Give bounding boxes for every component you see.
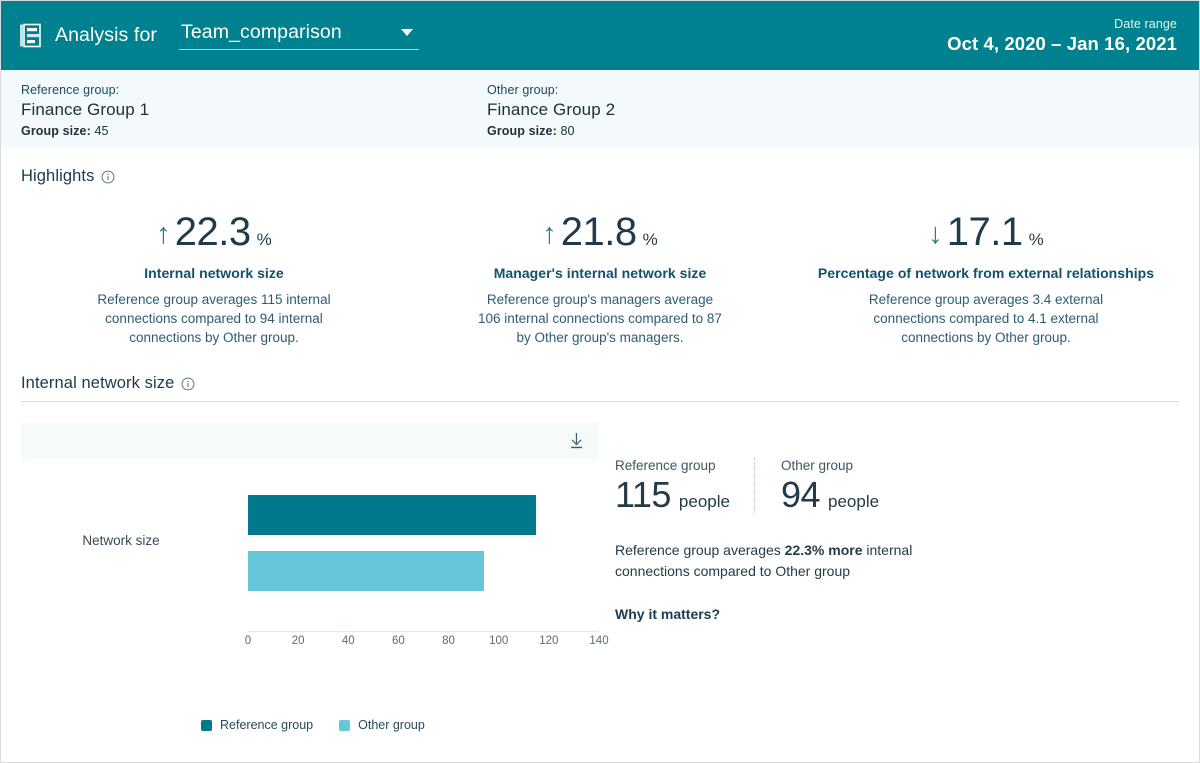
date-range: Date range Oct 4, 2020 – Jan 16, 2021 <box>947 17 1179 55</box>
highlight-description: Reference group's managers average 106 i… <box>478 292 722 346</box>
highlight-description: Reference group averages 115 internal co… <box>97 292 331 346</box>
stat-description: Reference group averages 22.3% more inte… <box>615 540 935 582</box>
highlight-name: Percentage of network from external rela… <box>817 265 1155 281</box>
reference-group-label: Reference group: <box>21 83 120 97</box>
bar-reference-group[interactable] <box>248 495 537 536</box>
highlights-title: Highlights <box>21 167 95 185</box>
app-header: Analysis for Team_comparison Date range … <box>1 1 1199 70</box>
other-group-block: Other group: Finance Group 2 Group size:… <box>487 83 953 147</box>
info-icon[interactable] <box>181 376 195 391</box>
highlight-card-internal-network-size: ↑ 22.3 % Internal network size Reference… <box>21 212 407 347</box>
stat-unit-reference: people <box>678 492 730 512</box>
page-title: Analysis for <box>55 24 157 46</box>
arrow-down-icon: ↓ <box>928 218 943 250</box>
report-icon <box>19 23 43 49</box>
reference-group-size-label: Group size: <box>21 124 91 138</box>
stat-number-other: 94 <box>780 474 821 516</box>
stat-description-highlight: 22.3% more <box>784 542 863 559</box>
chevron-down-icon <box>401 28 413 36</box>
reference-group-block: Reference group: Finance Group 1 Group s… <box>21 83 487 147</box>
arrow-up-icon: ↑ <box>542 218 557 250</box>
arrow-up-icon: ↑ <box>156 218 171 250</box>
reference-group-size-value: 45 <box>94 124 109 138</box>
other-group-size-label: Group size: <box>487 124 557 138</box>
report-selector-value: Team_comparison <box>181 21 342 43</box>
analysis-page: Analysis for Team_comparison Date range … <box>0 0 1200 763</box>
chart-toolbar <box>21 423 599 460</box>
bar-row-other <box>248 551 599 592</box>
highlight-unit: % <box>256 230 272 249</box>
highlights-cards: ↑ 22.3 % Internal network size Reference… <box>1 212 1199 347</box>
legend-item-other-group[interactable]: Other group <box>339 718 425 732</box>
x-axis-tick-label: 100 <box>489 635 509 648</box>
legend-item-reference-group[interactable]: Reference group <box>201 718 313 732</box>
x-axis-tick-label: 40 <box>341 635 355 648</box>
internal-network-size-body: Network size 0 20 40 60 80 100 120 140 R… <box>1 402 1199 732</box>
legend-label-other: Other group <box>358 718 425 733</box>
bar-chart: Network size 0 20 40 60 80 100 120 140 <box>21 483 609 698</box>
highlight-unit: % <box>642 230 658 249</box>
stat-value-row-other: 94 people <box>781 476 879 514</box>
header-left-group: Analysis for Team_comparison <box>19 21 419 50</box>
chart-column: Network size 0 20 40 60 80 100 120 140 R… <box>21 402 609 732</box>
chart-x-axis-ticks: 0 20 40 60 80 100 120 140 <box>244 635 609 653</box>
stat-label-other: Other group <box>780 458 854 474</box>
highlight-metric: ↓ 17.1 % <box>801 212 1171 252</box>
x-axis-tick-label: 140 <box>589 635 609 648</box>
stats-column: Reference group 115 people Other group 9… <box>599 402 1179 732</box>
highlight-value: 17.1 <box>946 210 1023 254</box>
reference-group-size: Group size: 45 <box>21 124 487 138</box>
other-group-size: Group size: 80 <box>487 124 953 138</box>
highlight-card-managers-internal-network-size: ↑ 21.8 % Manager's internal network size… <box>407 212 793 347</box>
highlight-metric: ↑ 22.3 % <box>29 212 399 252</box>
download-icon[interactable] <box>568 432 585 450</box>
stat-unit-other: people <box>828 492 880 512</box>
legend-swatch-other <box>339 719 351 731</box>
legend-label-reference: Reference group <box>220 718 314 733</box>
why-it-matters-link[interactable]: Why it matters? <box>615 606 720 622</box>
x-axis-tick-label: 80 <box>442 635 455 648</box>
highlight-metric: ↑ 21.8 % <box>415 212 785 252</box>
date-range-label: Date range <box>1114 16 1177 31</box>
x-axis-tick-label: 20 <box>291 635 305 648</box>
x-axis-tick-label: 120 <box>539 635 559 648</box>
stat-description-before: Reference group averages <box>615 542 785 559</box>
stat-number-reference: 115 <box>615 474 671 516</box>
x-axis-tick-label: 0 <box>244 635 252 648</box>
stats-row: Reference group 115 people Other group 9… <box>615 458 1179 515</box>
highlight-unit: % <box>1028 230 1044 249</box>
internal-network-size-title: Internal network size <box>21 374 175 393</box>
stat-label-reference: Reference group <box>615 458 716 474</box>
x-axis-tick-label: 60 <box>392 635 405 648</box>
highlight-card-external-relationships: ↓ 17.1 % Percentage of network from exte… <box>793 212 1179 347</box>
chart-x-axis-line <box>248 631 599 633</box>
bar-other-group[interactable] <box>248 551 484 592</box>
date-range-value: Oct 4, 2020 – Jan 16, 2021 <box>947 32 1177 54</box>
highlights-heading: Highlights <box>1 167 1199 186</box>
other-group-size-value: 80 <box>560 124 575 138</box>
chart-bars <box>248 483 599 592</box>
other-group-label: Other group: <box>487 83 559 97</box>
bar-row-reference <box>248 495 599 536</box>
internal-network-size-heading: Internal network size <box>1 374 1199 393</box>
stat-value-row-reference: 115 people <box>615 476 730 514</box>
highlight-value: 22.3 <box>174 210 251 254</box>
chart-legend: Reference group Other group <box>21 718 599 732</box>
reference-group-name: Finance Group 1 <box>21 100 150 119</box>
highlight-name: Internal network size <box>144 265 284 281</box>
report-selector-dropdown[interactable]: Team_comparison <box>179 21 419 50</box>
chart-plot-area <box>248 483 599 643</box>
other-group-name: Finance Group 2 <box>487 100 616 119</box>
group-summary-band: Reference group: Finance Group 1 Group s… <box>1 70 1199 148</box>
legend-swatch-reference <box>201 719 212 731</box>
highlight-name: Manager's internal network size <box>493 265 707 281</box>
stat-other-group: Other group 94 people <box>753 458 903 515</box>
info-icon[interactable] <box>101 169 115 184</box>
stat-reference-group: Reference group 115 people <box>615 458 754 514</box>
highlight-value: 21.8 <box>560 210 637 254</box>
chart-category-label: Network size <box>82 533 160 549</box>
highlight-description: Reference group averages 3.4 external co… <box>868 292 1104 346</box>
